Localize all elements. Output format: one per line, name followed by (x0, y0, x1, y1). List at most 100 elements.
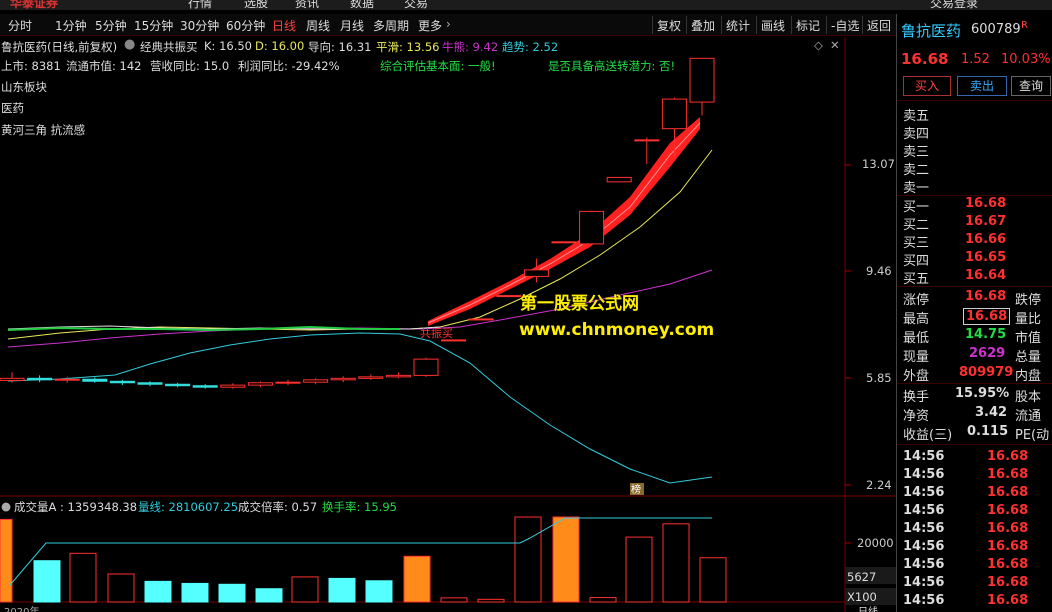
price-axis (845, 164, 851, 486)
stat-row: 外盘 809979 内盘 (903, 365, 1042, 384)
volume-bar (477, 598, 505, 603)
volume-bar (218, 583, 246, 603)
fundamental-eval: 综合评估基本面: 一般! (380, 59, 496, 73)
bid-row: 买四 16.65 (903, 250, 1007, 269)
period-tab-30min[interactable]: 30分钟 (180, 17, 219, 34)
candle-body (441, 339, 467, 342)
candle-body (634, 139, 660, 142)
candle-body (165, 383, 191, 387)
trade-login[interactable]: 交易登录 (930, 0, 978, 10)
volume-unit: X100 (847, 590, 877, 604)
period-tab-daily[interactable]: 日线 (272, 17, 296, 34)
volume-axis-label: 20000 (857, 536, 894, 550)
indicator-name[interactable]: 经典共振买 (140, 39, 198, 55)
tag-concept: 黄河三角 抗流感 (1, 123, 86, 137)
stat-row: 现量 2629 总量 (903, 346, 1042, 365)
signal-label: 共振买 (420, 326, 453, 340)
mark-button[interactable]: 标记 (791, 16, 824, 34)
rank-badge[interactable]: 榜 (631, 483, 641, 496)
draw-button[interactable]: 画线 (756, 16, 789, 34)
candle-body (358, 376, 384, 379)
transfer-eval: 是否具备高送转潜力: 否! (548, 59, 676, 73)
candle-body (496, 295, 522, 298)
candle-body (220, 384, 246, 388)
period-indicator: 日线 (858, 603, 878, 612)
stat-row: 最低 14.75 市值 (903, 327, 1042, 346)
watchlist-remove-button[interactable]: -自选 (826, 16, 863, 34)
menu-news[interactable]: 资讯 (295, 0, 319, 10)
watermark-url: www.chnmoney.com (519, 320, 715, 340)
volume-bar (403, 555, 431, 603)
tick-row: 14:56 16.68 (903, 503, 1029, 518)
volume-bar (662, 523, 690, 603)
diamond-icon[interactable]: ◇ (814, 38, 823, 52)
period-toolbar: 分时 1分钟 5分钟 15分钟 30分钟 60分钟 日线 周线 月线 多周期 更… (0, 14, 896, 36)
candle-body (109, 380, 135, 384)
candle-body (385, 374, 411, 378)
price-change-pct: 10.03% (1001, 52, 1051, 67)
price-change: 1.52 (961, 52, 990, 67)
volume-bar (699, 557, 727, 603)
period-tab-15min[interactable]: 15分钟 (134, 17, 173, 34)
menu-trade[interactable]: 交易 (404, 0, 428, 10)
back-button[interactable]: 返回 (862, 16, 895, 34)
listed-stat: 上市: 8381 (1, 59, 61, 73)
close-icon[interactable]: ✕ (830, 38, 840, 52)
bid-row: 买三 16.66 (903, 232, 1007, 251)
tick-row: 14:56 16.68 (903, 485, 1029, 500)
menu-stock-picker[interactable]: 选股 (244, 0, 268, 10)
volume-ma: 量线: 2810607.25 (138, 500, 239, 514)
chart-area[interactable]: 共振买 榜 (0, 37, 896, 612)
rev-yoy-stat: 营收同比: 15.0 (150, 59, 230, 73)
period-tab-more[interactable]: 更多 (418, 17, 442, 34)
candle-body (247, 382, 273, 386)
candle-body (192, 385, 218, 388)
ask-row: 卖三 (903, 145, 930, 160)
flat-value: 平滑: 13.56 (376, 40, 440, 54)
period-tab-monthly[interactable]: 月线 (340, 17, 364, 34)
period-tab-weekly[interactable]: 周线 (306, 17, 330, 34)
stock-code: 600789 (971, 22, 1021, 37)
candle-body (523, 269, 549, 277)
stats-button[interactable]: 统计 (721, 16, 754, 34)
tag-industry: 医药 (1, 101, 24, 115)
volume-bar (365, 580, 393, 603)
candle-body (579, 210, 605, 245)
quote-panel: 鲁抗医药 600789 R 16.68 1.52 10.03% 买入 卖出 查询… (896, 14, 1052, 612)
query-button[interactable]: 查询 (1011, 76, 1051, 96)
period-tab-1min[interactable]: 1分钟 (55, 17, 87, 34)
volume-bar (33, 560, 61, 603)
volume-title: 成交量A : 1359348.38 (14, 500, 138, 514)
volume-bar (514, 516, 542, 603)
candle-body (275, 381, 301, 384)
bid-row: 买二 16.67 (903, 214, 1007, 233)
tag-region: 山东板块 (1, 80, 47, 94)
candle-body (468, 318, 494, 321)
volume-series (0, 516, 727, 603)
volume-pane-icon[interactable]: ● (1, 499, 11, 513)
last-price: 16.68 (901, 50, 949, 68)
chevron-down-icon[interactable]: ● (124, 37, 135, 52)
period-tab-multi[interactable]: 多周期 (373, 17, 409, 34)
turnover-rate: 换手率: 15.95 (322, 500, 397, 514)
dir-value: 导向: 16.31 (308, 40, 372, 54)
period-tab-60min[interactable]: 60分钟 (226, 17, 265, 34)
adjust-button[interactable]: 复权 (652, 16, 685, 34)
period-tab-intraday[interactable]: 分时 (8, 17, 32, 34)
chevron-right-icon[interactable]: › (446, 17, 451, 31)
candle-body (54, 378, 80, 381)
menu-data[interactable]: 数据 (350, 0, 374, 10)
volume-bar (291, 576, 319, 603)
tick-row: 14:56 16.68 (903, 449, 1029, 464)
tick-row: 14:56 16.68 (903, 557, 1029, 572)
candle-body (606, 176, 632, 183)
candle-body (551, 241, 577, 244)
volume-ratio: 成交倍率: 0.57 (238, 500, 318, 514)
period-tab-5min[interactable]: 5分钟 (95, 17, 127, 34)
k-value: K: 16.50 (204, 39, 252, 53)
bid-row: 买五 16.64 (903, 268, 1007, 287)
overlay-button[interactable]: 叠加 (686, 16, 719, 34)
menu-quotes[interactable]: 行情 (188, 0, 212, 10)
sell-button[interactable]: 卖出 (957, 76, 1007, 96)
buy-button[interactable]: 买入 (903, 76, 951, 96)
